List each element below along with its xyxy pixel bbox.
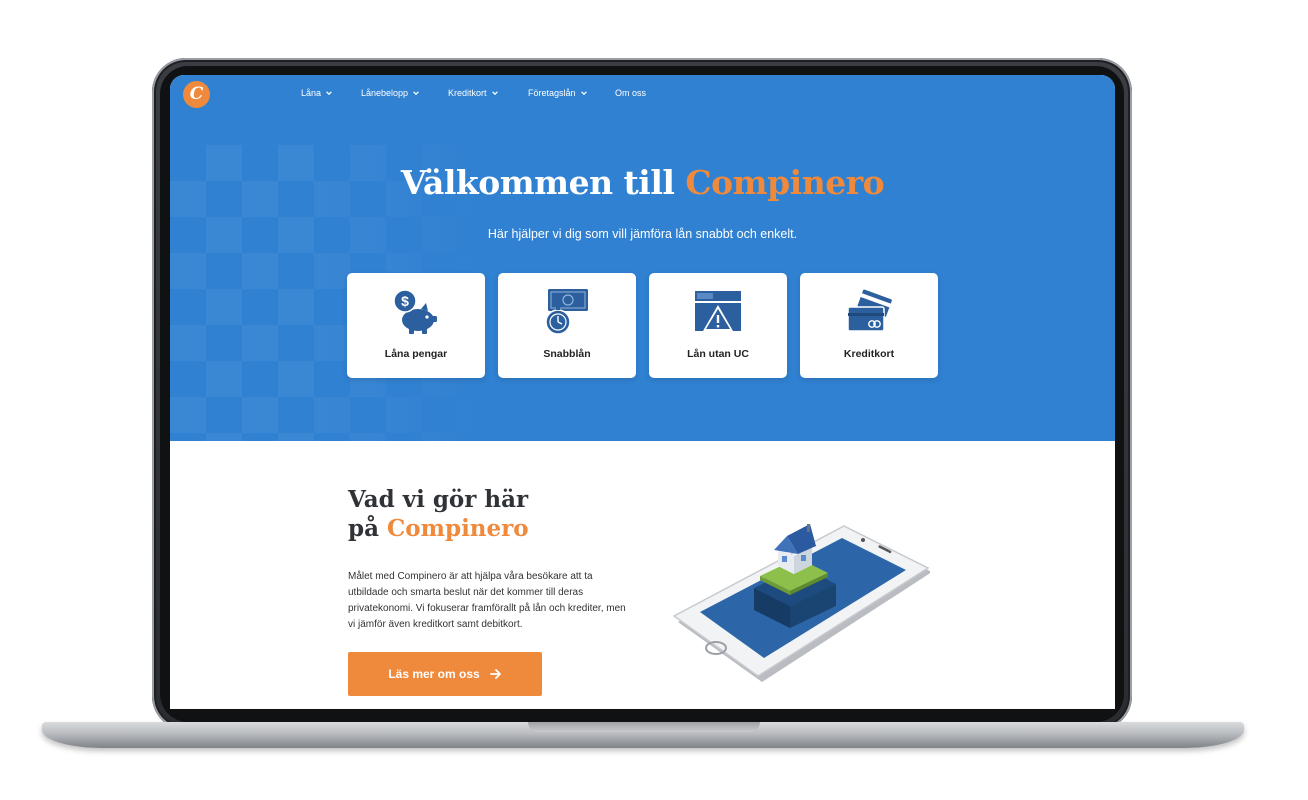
about-title-line2: på Compinero — [348, 514, 529, 543]
nav-item-lanebelopp[interactable]: Lånebelopp — [361, 88, 420, 98]
nav-item-foretagslan[interactable]: Företagslån — [528, 88, 588, 98]
card-label: Lån utan UC — [687, 348, 749, 360]
about-title-line1: Vad vi gör här — [348, 486, 529, 513]
card-label: Låna pengar — [384, 348, 448, 360]
hero-title: Välkommen till Compinero — [170, 163, 1115, 202]
hero-subtitle: Här hjälper vi dig som vill jämföra lån … — [487, 227, 798, 241]
laptop-screen: C Låna Lånebelopp Kreditkort Företagslån… — [170, 75, 1115, 709]
laptop-notch — [528, 722, 760, 732]
nav-item-label: Lånebelopp — [361, 88, 409, 98]
warning-window-icon — [695, 291, 741, 331]
nav-item-kreditkort[interactable]: Kreditkort — [448, 88, 499, 98]
nav-item-lana[interactable]: Låna — [301, 88, 333, 98]
hero-section: C Låna Lånebelopp Kreditkort Företagslån… — [170, 75, 1115, 441]
chevron-down-icon — [413, 91, 419, 96]
piggy-bank-icon: $ — [393, 289, 437, 334]
card-label: Snabblån — [543, 348, 591, 360]
about-title: Vad vi gör här på Compinero — [348, 485, 529, 543]
nav-item-label: Låna — [301, 88, 322, 98]
credit-card-icon — [847, 288, 894, 332]
hero-title-prefix: Välkommen till — [400, 163, 686, 202]
phone-house-illustration — [672, 524, 930, 682]
nav-item-label: Företagslån — [528, 88, 576, 98]
card-snabblan[interactable]: Snabblån — [498, 273, 636, 378]
about-text: Målet med Compinero är att hjälpa våra b… — [348, 571, 626, 630]
compinero-logo[interactable]: C — [183, 81, 210, 108]
chevron-down-icon — [326, 91, 332, 96]
arrow-right-icon — [489, 669, 501, 679]
hero-title-accent: Compinero — [685, 163, 885, 202]
nav-item-om-oss[interactable]: Om oss — [615, 88, 646, 98]
svg-text:$: $ — [401, 293, 409, 309]
about-title-line2-prefix: på — [348, 515, 387, 542]
card-lan-utan-uc[interactable]: Lån utan UC — [649, 273, 787, 378]
card-lana-pengar[interactable]: $ Låna pengar — [347, 273, 485, 378]
about-title-accent: Compinero — [387, 515, 529, 542]
chevron-down-icon — [491, 91, 498, 96]
card-kreditkort[interactable]: Kreditkort — [800, 273, 938, 378]
nav-item-label: Om oss — [615, 88, 647, 98]
chevron-down-icon — [580, 91, 587, 96]
card-label: Kreditkort — [843, 348, 895, 360]
read-more-button[interactable]: Läs mer om oss — [348, 652, 542, 696]
stopwatch-money-icon — [545, 289, 588, 335]
read-more-label: Läs mer om oss — [388, 667, 480, 681]
nav-item-label: Kreditkort — [448, 88, 487, 98]
top-navigation: C Låna Lånebelopp Kreditkort Företagslån… — [170, 75, 1115, 113]
